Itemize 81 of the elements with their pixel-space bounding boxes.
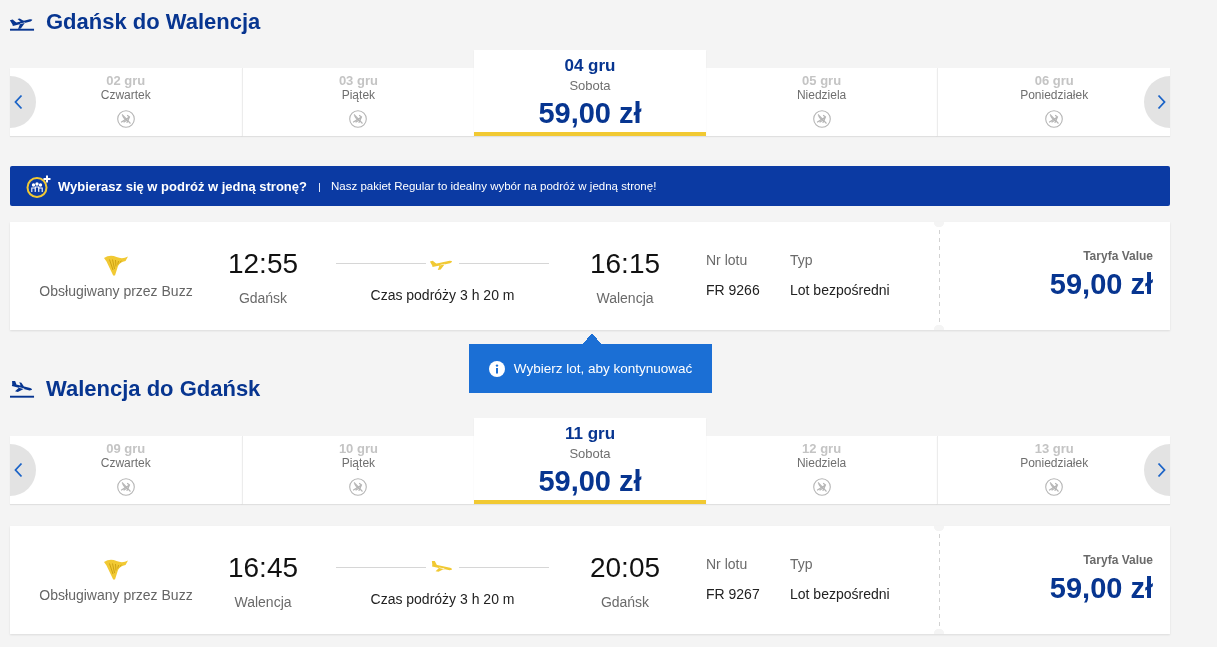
tab-weekday: Czwartek bbox=[100, 88, 151, 103]
flight-duration: Czas podróży 3 h 20 m bbox=[370, 590, 515, 608]
arrival-time: 20:05 bbox=[589, 551, 661, 585]
tab-date: 10 gru bbox=[338, 441, 378, 456]
tab-weekday: Poniedziałek bbox=[1020, 88, 1089, 103]
flight-card[interactable]: Obsługiwany przez Buzz 16:45 Walencja Czas podróży 3 h 20 m 20:05 Gdańsk Nr lotu FR 9267 Typ Lot bezpośredni Taryfa Value 59,00 zł bbox=[10, 526, 1170, 634]
tab-date: 09 gru bbox=[106, 441, 146, 456]
tab-weekday: Sobota bbox=[569, 78, 611, 94]
tab-date: 12 gru bbox=[802, 441, 842, 456]
tab-price: 59,00 zł bbox=[538, 97, 642, 129]
date-tab[interactable]: 03 gru Piątek bbox=[241, 68, 475, 136]
chevron-left-icon bbox=[14, 94, 23, 110]
tab-weekday: Piątek bbox=[341, 456, 376, 471]
chevron-right-icon bbox=[1157, 94, 1166, 110]
no-flights-icon bbox=[812, 478, 831, 496]
arrival-city: Walencja bbox=[596, 289, 654, 307]
flight-type: Lot bezpośredni bbox=[790, 585, 890, 603]
tab-weekday: Niedziela bbox=[796, 88, 847, 103]
tab-price: 59,00 zł bbox=[538, 465, 642, 497]
date-tab[interactable]: 05 gru Niedziela bbox=[705, 68, 938, 136]
flight-number-label: Nr lotu bbox=[706, 251, 748, 269]
tab-weekday: Poniedziałek bbox=[1020, 456, 1089, 471]
date-tab[interactable]: 11 gru Sobota 59,00 zł bbox=[474, 418, 706, 504]
departure-city: Walencja bbox=[234, 593, 292, 611]
no-flights-icon bbox=[1045, 478, 1064, 496]
flight-duration: Czas podróży 3 h 20 m bbox=[370, 286, 515, 304]
flight-type-label: Typ bbox=[790, 555, 813, 573]
info-icon bbox=[488, 360, 505, 377]
banner-title: Wybierasz się w podróż w jedną stronę? bbox=[58, 178, 307, 194]
no-flights-icon bbox=[116, 478, 135, 496]
tab-date: 11 gru bbox=[564, 424, 616, 444]
chevron-right-icon bbox=[1157, 462, 1166, 478]
date-tab[interactable]: 02 gru Czwartek bbox=[10, 68, 242, 136]
flight-number: FR 9266 bbox=[706, 281, 760, 299]
flight-type: Lot bezpośredni bbox=[790, 281, 890, 299]
operator-name: Obsługiwany przez Buzz bbox=[39, 586, 193, 604]
date-tab[interactable]: 12 gru Niedziela bbox=[705, 436, 938, 504]
tab-weekday: Niedziela bbox=[796, 456, 847, 471]
tab-date: 13 gru bbox=[1034, 441, 1074, 456]
tab-weekday: Sobota bbox=[569, 446, 611, 462]
flight-type-label: Typ bbox=[790, 251, 813, 269]
chevron-left-icon bbox=[14, 462, 23, 478]
date-tab[interactable]: 13 gru Poniedziałek bbox=[937, 436, 1170, 504]
operator-name: Obsługiwany przez Buzz bbox=[39, 282, 193, 300]
no-flights-icon bbox=[116, 110, 135, 128]
flight-card[interactable]: Obsługiwany przez Buzz 12:55 Gdańsk Czas podróży 3 h 20 m 16:15 Walencja Nr lotu FR 9266 Typ Lot bezpośredni Taryfa Value 59,00 zł bbox=[10, 222, 1170, 330]
flight-number: FR 9267 bbox=[706, 585, 760, 603]
fare-label: Taryfa Value bbox=[1083, 249, 1153, 263]
date-tab[interactable]: 06 gru Poniedziałek bbox=[937, 68, 1170, 136]
banner-text: Nasz pakiet Regular to idealny wybór na podróż w jedną stronę! bbox=[331, 180, 657, 192]
route-title: Walencja do Gdańsk bbox=[46, 376, 261, 402]
fare-label: Taryfa Value bbox=[1083, 553, 1153, 567]
plane-icon bbox=[430, 560, 455, 574]
group-plus-icon bbox=[26, 174, 51, 198]
tab-weekday: Piątek bbox=[341, 88, 376, 103]
landing-icon bbox=[10, 380, 35, 398]
departure-time: 12:55 bbox=[227, 247, 299, 281]
fare-price: 59,00 zł bbox=[1049, 268, 1153, 300]
no-flights-icon bbox=[812, 110, 831, 128]
tab-date: 02 gru bbox=[106, 73, 146, 88]
date-tab[interactable]: 09 gru Czwartek bbox=[10, 436, 242, 504]
route-title: Gdańsk do Walencja bbox=[46, 9, 261, 35]
fare-price: 59,00 zł bbox=[1049, 572, 1153, 604]
arrival-city: Gdańsk bbox=[600, 593, 650, 611]
date-tab[interactable]: 04 gru Sobota 59,00 zł bbox=[474, 50, 706, 136]
departure-city: Gdańsk bbox=[238, 289, 288, 307]
flight-number-label: Nr lotu bbox=[706, 555, 748, 573]
tab-date: 06 gru bbox=[1034, 73, 1074, 88]
tab-weekday: Czwartek bbox=[100, 456, 151, 471]
harp-icon bbox=[103, 254, 129, 276]
harp-icon bbox=[103, 558, 129, 580]
no-flights-icon bbox=[349, 478, 368, 496]
hint-text: Wybierz lot, aby kontynuować bbox=[513, 361, 693, 376]
departure-time: 16:45 bbox=[227, 551, 299, 585]
no-flights-icon bbox=[1045, 110, 1064, 128]
arrival-time: 16:15 bbox=[589, 247, 661, 281]
tab-date: 03 gru bbox=[338, 73, 378, 88]
date-tab[interactable]: 10 gru Piątek bbox=[241, 436, 475, 504]
tab-date: 05 gru bbox=[802, 73, 842, 88]
no-flights-icon bbox=[349, 110, 368, 128]
tab-date: 04 gru bbox=[564, 56, 616, 76]
